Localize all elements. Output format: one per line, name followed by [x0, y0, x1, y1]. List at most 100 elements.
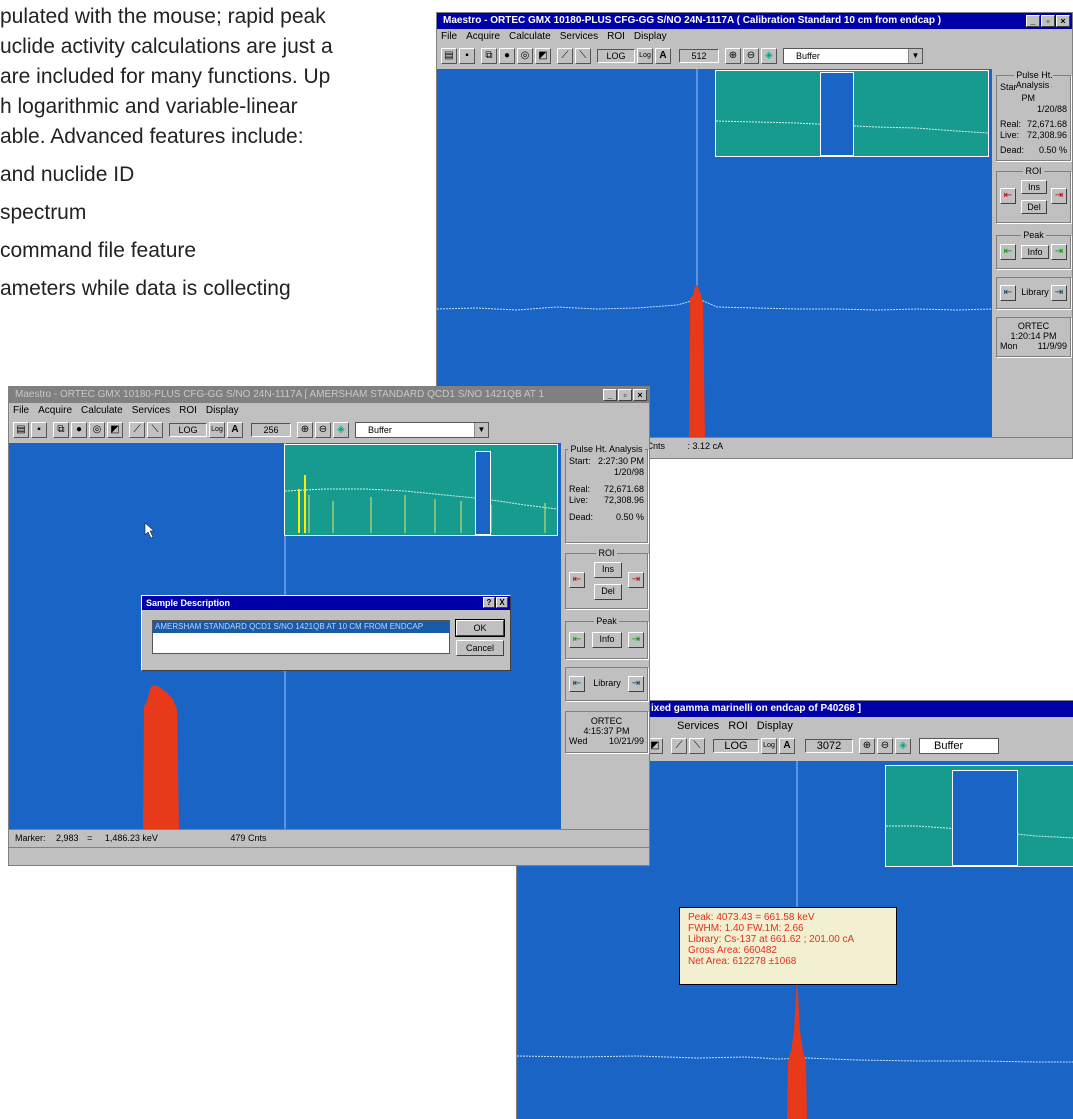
minimize-button[interactable]: _ — [603, 389, 617, 401]
menu-display[interactable]: Display — [206, 405, 239, 416]
buffer-select[interactable]: Buffer — [919, 738, 999, 754]
toolbar: ▤ ▪ ⧉ ● ◎ ◩ ⟋ ⟍ LOG Log A 512 ⊕ ⊖ ◈ Buff… — [437, 45, 1072, 67]
spectrum-plot[interactable]: Sample Description ? X AMERSHAM STANDARD … — [9, 443, 561, 829]
log-toggle-button[interactable]: Log — [209, 422, 225, 438]
open-folder-icon[interactable]: ▤ — [13, 422, 29, 438]
dialog-close-button[interactable]: X — [496, 597, 508, 608]
roi-delete-button[interactable]: Del — [594, 584, 622, 600]
zoom-out-vertical-icon[interactable]: ⟍ — [689, 738, 705, 754]
log-scale-button[interactable]: LOG — [713, 739, 759, 753]
menu-roi[interactable]: ROI — [728, 720, 748, 732]
roi-insert-button[interactable]: Ins — [594, 562, 622, 578]
buffer-select[interactable]: Buffer ▼ — [783, 48, 923, 64]
next-peak-icon[interactable]: ⇥ — [1051, 244, 1067, 260]
zoom-in-icon[interactable]: ⊕ — [725, 48, 741, 64]
menu-calculate[interactable]: Calculate — [81, 405, 123, 416]
log-toggle-button[interactable]: Log — [637, 48, 653, 64]
buffer-select[interactable]: Buffer ▼ — [355, 422, 489, 438]
channel-width-field[interactable]: 256 — [251, 423, 291, 437]
prev-roi-icon[interactable]: ⇤ — [569, 572, 585, 588]
channel-width-field[interactable]: 512 — [679, 49, 719, 63]
full-spectrum-inset[interactable] — [715, 70, 989, 157]
menu-services[interactable]: Services — [560, 31, 598, 42]
zoom-in-icon[interactable]: ⊕ — [297, 422, 313, 438]
plot-icon[interactable]: ◩ — [535, 48, 551, 64]
description-input[interactable]: AMERSHAM STANDARD QCD1 S/NO 1421QB AT 10… — [152, 620, 450, 654]
prev-library-icon[interactable]: ⇤ — [569, 676, 585, 692]
maximize-button[interactable]: ▫ — [1041, 15, 1055, 27]
zoom-out-vertical-icon[interactable]: ⟍ — [575, 48, 591, 64]
chevron-down-icon[interactable]: ▼ — [908, 49, 922, 63]
menu-display[interactable]: Display — [757, 720, 793, 732]
roi-delete-button[interactable]: Del — [1021, 200, 1047, 214]
ok-button[interactable]: OK — [455, 619, 505, 637]
dialog-title-bar[interactable]: Sample Description ? X — [142, 596, 510, 610]
menu-acquire[interactable]: Acquire — [466, 31, 500, 42]
autoscale-button[interactable]: A — [655, 48, 671, 64]
full-spectrum-inset[interactable] — [885, 765, 1073, 867]
log-toggle-button[interactable]: Log — [761, 738, 777, 754]
copy-buffer-icon[interactable]: ⧉ — [481, 48, 497, 64]
clear-icon[interactable]: ◎ — [517, 48, 533, 64]
menu-services[interactable]: Services — [677, 720, 719, 732]
prev-peak-icon[interactable]: ⇤ — [1000, 244, 1016, 260]
inset-view-window[interactable] — [475, 451, 491, 535]
next-roi-icon[interactable]: ⇥ — [1051, 188, 1067, 204]
menu-roi[interactable]: ROI — [607, 31, 625, 42]
zoom-in-vertical-icon[interactable]: ⟋ — [129, 422, 145, 438]
spectrum-plot[interactable] — [437, 69, 992, 437]
autoscale-button[interactable]: A — [227, 422, 243, 438]
channel-width-field[interactable]: 3072 — [805, 739, 853, 753]
menu-file[interactable]: File — [441, 31, 457, 42]
zoom-in-vertical-icon[interactable]: ⟋ — [671, 738, 687, 754]
menu-display[interactable]: Display — [634, 31, 667, 42]
zoom-in-icon[interactable]: ⊕ — [859, 738, 875, 754]
autoscale-button[interactable]: A — [779, 738, 795, 754]
zoom-out-icon[interactable]: ⊖ — [743, 48, 759, 64]
next-peak-icon[interactable]: ⇥ — [628, 632, 644, 648]
center-icon[interactable]: ◈ — [761, 48, 777, 64]
menu-services[interactable]: Services — [132, 405, 170, 416]
plot-icon[interactable]: ◩ — [107, 422, 123, 438]
log-scale-button[interactable]: LOG — [597, 49, 635, 63]
open-folder-icon[interactable]: ▤ — [441, 48, 457, 64]
close-button[interactable]: × — [633, 389, 647, 401]
prev-roi-icon[interactable]: ⇤ — [1000, 188, 1016, 204]
next-library-icon[interactable]: ⇥ — [1051, 285, 1067, 301]
cancel-button[interactable]: Cancel — [456, 640, 504, 656]
roi-insert-button[interactable]: Ins — [1021, 180, 1047, 194]
peak-info-button[interactable]: Info — [592, 632, 622, 648]
title-bar[interactable]: Maestro - ORTEC GMX 10180-PLUS CFG-GG S/… — [437, 13, 1072, 29]
zoom-out-icon[interactable]: ⊖ — [877, 738, 893, 754]
maximize-button[interactable]: ▫ — [618, 389, 632, 401]
prev-peak-icon[interactable]: ⇤ — [569, 632, 585, 648]
copy-buffer-icon[interactable]: ⧉ — [53, 422, 69, 438]
menu-file[interactable]: File — [13, 405, 29, 416]
chevron-down-icon[interactable]: ▼ — [474, 423, 488, 437]
center-icon[interactable]: ◈ — [895, 738, 911, 754]
help-button[interactable]: ? — [483, 597, 495, 608]
inset-view-window[interactable] — [820, 72, 854, 156]
menu-roi[interactable]: ROI — [179, 405, 197, 416]
next-library-icon[interactable]: ⇥ — [628, 676, 644, 692]
title-bar[interactable]: Maestro - ORTEC GMX 10180-PLUS CFG-GG S/… — [9, 387, 649, 403]
close-button[interactable]: × — [1056, 15, 1070, 27]
clear-icon[interactable]: ◎ — [89, 422, 105, 438]
save-icon[interactable]: ▪ — [459, 48, 475, 64]
minimize-button[interactable]: _ — [1026, 15, 1040, 27]
menu-acquire[interactable]: Acquire — [38, 405, 72, 416]
zoom-out-icon[interactable]: ⊖ — [315, 422, 331, 438]
zoom-in-vertical-icon[interactable]: ⟋ — [557, 48, 573, 64]
start-acquire-icon[interactable]: ● — [71, 422, 87, 438]
log-scale-button[interactable]: LOG — [169, 423, 207, 437]
save-icon[interactable]: ▪ — [31, 422, 47, 438]
prev-library-icon[interactable]: ⇤ — [1000, 285, 1016, 301]
menu-calculate[interactable]: Calculate — [509, 31, 551, 42]
start-acquire-icon[interactable]: ● — [499, 48, 515, 64]
next-roi-icon[interactable]: ⇥ — [628, 572, 644, 588]
peak-info-button[interactable]: Info — [1021, 245, 1049, 259]
inset-view-window[interactable] — [952, 770, 1018, 866]
full-spectrum-inset[interactable] — [284, 444, 558, 536]
center-icon[interactable]: ◈ — [333, 422, 349, 438]
zoom-out-vertical-icon[interactable]: ⟍ — [147, 422, 163, 438]
